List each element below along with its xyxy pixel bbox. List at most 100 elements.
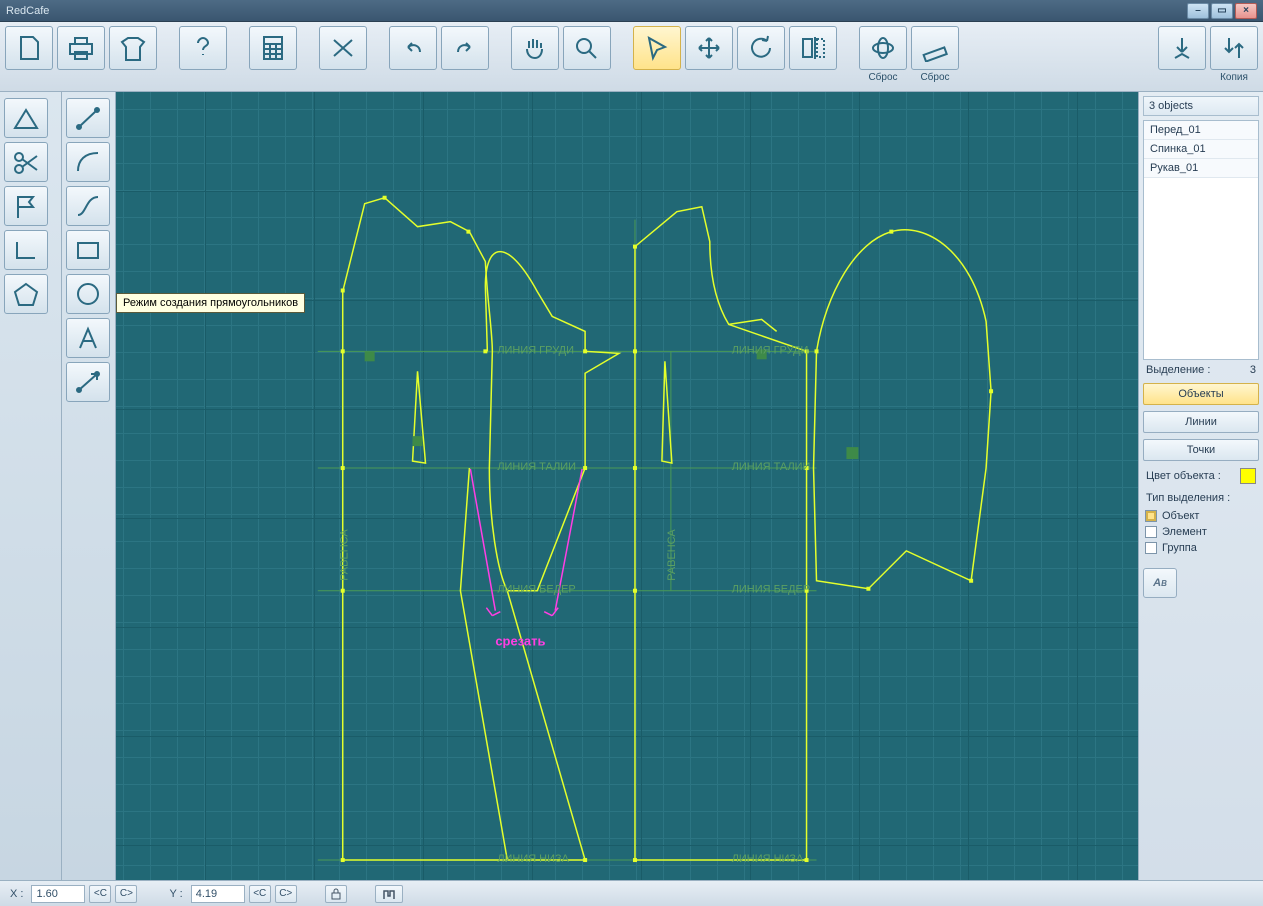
tool-curve[interactable] <box>66 186 110 226</box>
magnifier-icon <box>572 34 602 62</box>
check-group[interactable]: Группа <box>1143 540 1259 556</box>
tool-triangle[interactable] <box>4 98 48 138</box>
maximize-button[interactable]: ▭ <box>1211 3 1233 19</box>
select-button[interactable] <box>633 26 681 70</box>
selection-label: Выделение : <box>1146 364 1210 376</box>
snap-icon <box>381 887 397 901</box>
checkbox-icon <box>1145 526 1157 538</box>
new-document-button[interactable] <box>5 26 53 70</box>
color-swatch[interactable] <box>1240 468 1256 484</box>
tool-circle[interactable] <box>66 274 110 314</box>
gyro-icon <box>868 34 898 62</box>
svg-text:срезать: срезать <box>495 634 545 649</box>
tshirt-icon <box>118 34 148 62</box>
move-button[interactable] <box>685 26 733 70</box>
list-item[interactable]: Рукав_01 <box>1144 159 1258 178</box>
line-icon <box>73 104 103 132</box>
text-a-icon <box>73 324 103 352</box>
polygon-icon <box>11 280 41 308</box>
dimension-icon <box>73 368 103 396</box>
tool-shape[interactable] <box>4 274 48 314</box>
filter-points-button[interactable]: Точки <box>1143 439 1259 461</box>
split-down-icon <box>1167 34 1197 62</box>
triangle-icon <box>11 104 41 132</box>
svg-text:ЛИНИЯ НИЗА: ЛИНИЯ НИЗА <box>732 853 804 865</box>
split-v-button[interactable] <box>1158 26 1206 70</box>
flag-icon <box>11 192 41 220</box>
svg-text:РАВЕНСА: РАВЕНСА <box>666 529 678 581</box>
help-button[interactable] <box>179 26 227 70</box>
lock-button[interactable] <box>325 885 347 903</box>
reset-measure-button[interactable] <box>911 26 959 70</box>
x-inc-button[interactable]: C> <box>115 885 137 903</box>
pan-button[interactable] <box>511 26 559 70</box>
scissors-icon <box>11 148 41 176</box>
status-bar: X : 1.60 <C C> Y : 4.19 <C C> <box>0 880 1263 906</box>
mirror-icon <box>798 34 828 62</box>
y-dec-button[interactable]: <C <box>249 885 271 903</box>
filter-lines-button[interactable]: Линии <box>1143 411 1259 433</box>
y-value: 4.19 <box>191 885 245 903</box>
snap-button[interactable] <box>375 885 403 903</box>
tool-dimension[interactable] <box>66 362 110 402</box>
tool-text[interactable] <box>66 318 110 358</box>
tool-line[interactable] <box>66 98 110 138</box>
garment-button[interactable] <box>109 26 157 70</box>
printer-icon <box>66 34 96 62</box>
check-element[interactable]: Элемент <box>1143 524 1259 540</box>
drawing-canvas[interactable]: Режим создания прямоугольников <box>116 92 1138 880</box>
reset-rotate-button[interactable] <box>859 26 907 70</box>
file-icon <box>14 34 44 62</box>
check-object[interactable]: Объект <box>1143 508 1259 524</box>
svg-text:ЛИНИЯ БЕДЕР: ЛИНИЯ БЕДЕР <box>732 584 810 596</box>
checkbox-icon <box>1145 542 1157 554</box>
minimize-button[interactable]: – <box>1187 3 1209 19</box>
app-title: RedCafe <box>6 5 49 17</box>
object-list[interactable]: Перед_01 Спинка_01 Рукав_01 <box>1143 120 1259 360</box>
checkbox-icon <box>1145 510 1157 522</box>
redo-icon <box>450 34 480 62</box>
calculator-icon <box>258 34 288 62</box>
delete-button[interactable] <box>319 26 367 70</box>
left-toolbox-a <box>0 92 62 880</box>
svg-text:РАВЕНСА: РАВЕНСА <box>339 529 351 581</box>
x-dec-button[interactable]: <C <box>89 885 111 903</box>
list-item[interactable]: Спинка_01 <box>1144 140 1258 159</box>
rename-button[interactable]: AB <box>1143 568 1177 598</box>
svg-text:ЛИНИЯ ГРУДИ: ЛИНИЯ ГРУДИ <box>732 344 809 356</box>
ruler-icon <box>920 34 950 62</box>
redo-button[interactable] <box>441 26 489 70</box>
mirror-button[interactable] <box>789 26 837 70</box>
move-arrows-icon <box>694 34 724 62</box>
tool-rectangle[interactable] <box>66 230 110 270</box>
selection-count: 3 <box>1250 364 1256 376</box>
print-button[interactable] <box>57 26 105 70</box>
right-panel: 3 objects Перед_01 Спинка_01 Рукав_01 Вы… <box>1138 92 1263 880</box>
filter-objects-button[interactable]: Объекты <box>1143 383 1259 405</box>
copy-button[interactable] <box>1210 26 1258 70</box>
close-button[interactable]: × <box>1235 3 1257 19</box>
zoom-button[interactable] <box>563 26 611 70</box>
undo-button[interactable] <box>389 26 437 70</box>
curve-icon <box>73 192 103 220</box>
color-label: Цвет объекта : <box>1146 470 1221 482</box>
y-label: Y : <box>165 888 186 900</box>
y-inc-button[interactable]: C> <box>275 885 297 903</box>
tool-arc[interactable] <box>66 142 110 182</box>
svg-text:ЛИНИЯ НИЗА: ЛИНИЯ НИЗА <box>497 853 569 865</box>
corner-icon <box>11 236 41 264</box>
tool-corner[interactable] <box>4 230 48 270</box>
rotate-icon <box>746 34 776 62</box>
rotate-button[interactable] <box>737 26 785 70</box>
main-toolbar: Сброс Сброс Копия <box>0 22 1263 92</box>
calculator-button[interactable] <box>249 26 297 70</box>
list-item[interactable]: Перед_01 <box>1144 121 1258 140</box>
tool-flag[interactable] <box>4 186 48 226</box>
svg-text:ЛИНИЯ ТАЛИИ: ЛИНИЯ ТАЛИИ <box>497 461 576 473</box>
copy-label: Копия <box>1220 72 1248 83</box>
reset-label-2: Сброс <box>920 72 949 83</box>
tool-scissors[interactable] <box>4 142 48 182</box>
circle-icon <box>73 280 103 308</box>
seltype-label: Тип выделения : <box>1146 492 1230 504</box>
svg-text:ЛИНИЯ ТАЛИИ: ЛИНИЯ ТАЛИИ <box>732 461 811 473</box>
